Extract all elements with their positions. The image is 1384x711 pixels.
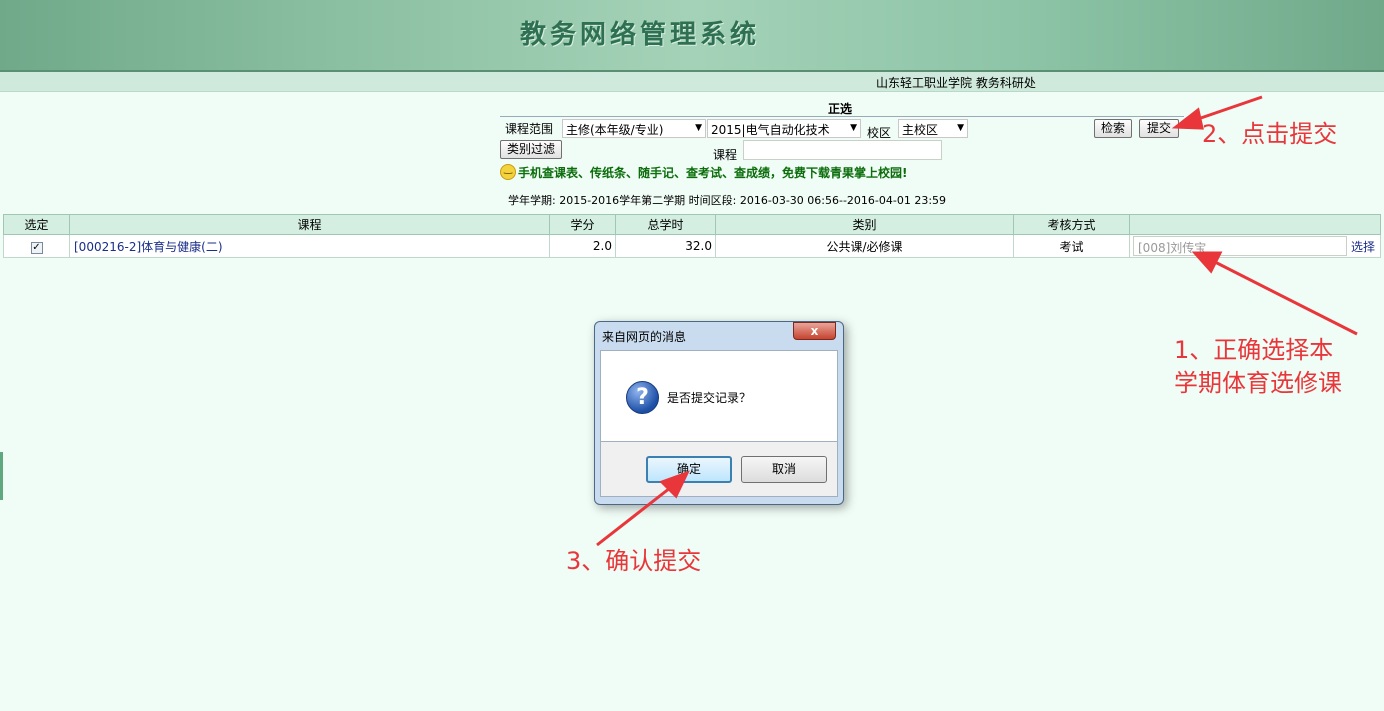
annotation-step2: 2、点击提交 — [1202, 120, 1338, 148]
arrow-step1 — [1214, 260, 1358, 336]
annotation-step1-line1: 1、正确选择本 — [1174, 336, 1334, 364]
arrow-step3 — [596, 486, 671, 547]
annotation-step1-line2: 学期体育选修课 — [1174, 369, 1342, 397]
annotation-step3: 3、确认提交 — [566, 547, 702, 575]
arrow-step2 — [1194, 95, 1263, 122]
arrow-step2-head — [1171, 107, 1204, 130]
arrow-step1-head — [1191, 251, 1223, 274]
